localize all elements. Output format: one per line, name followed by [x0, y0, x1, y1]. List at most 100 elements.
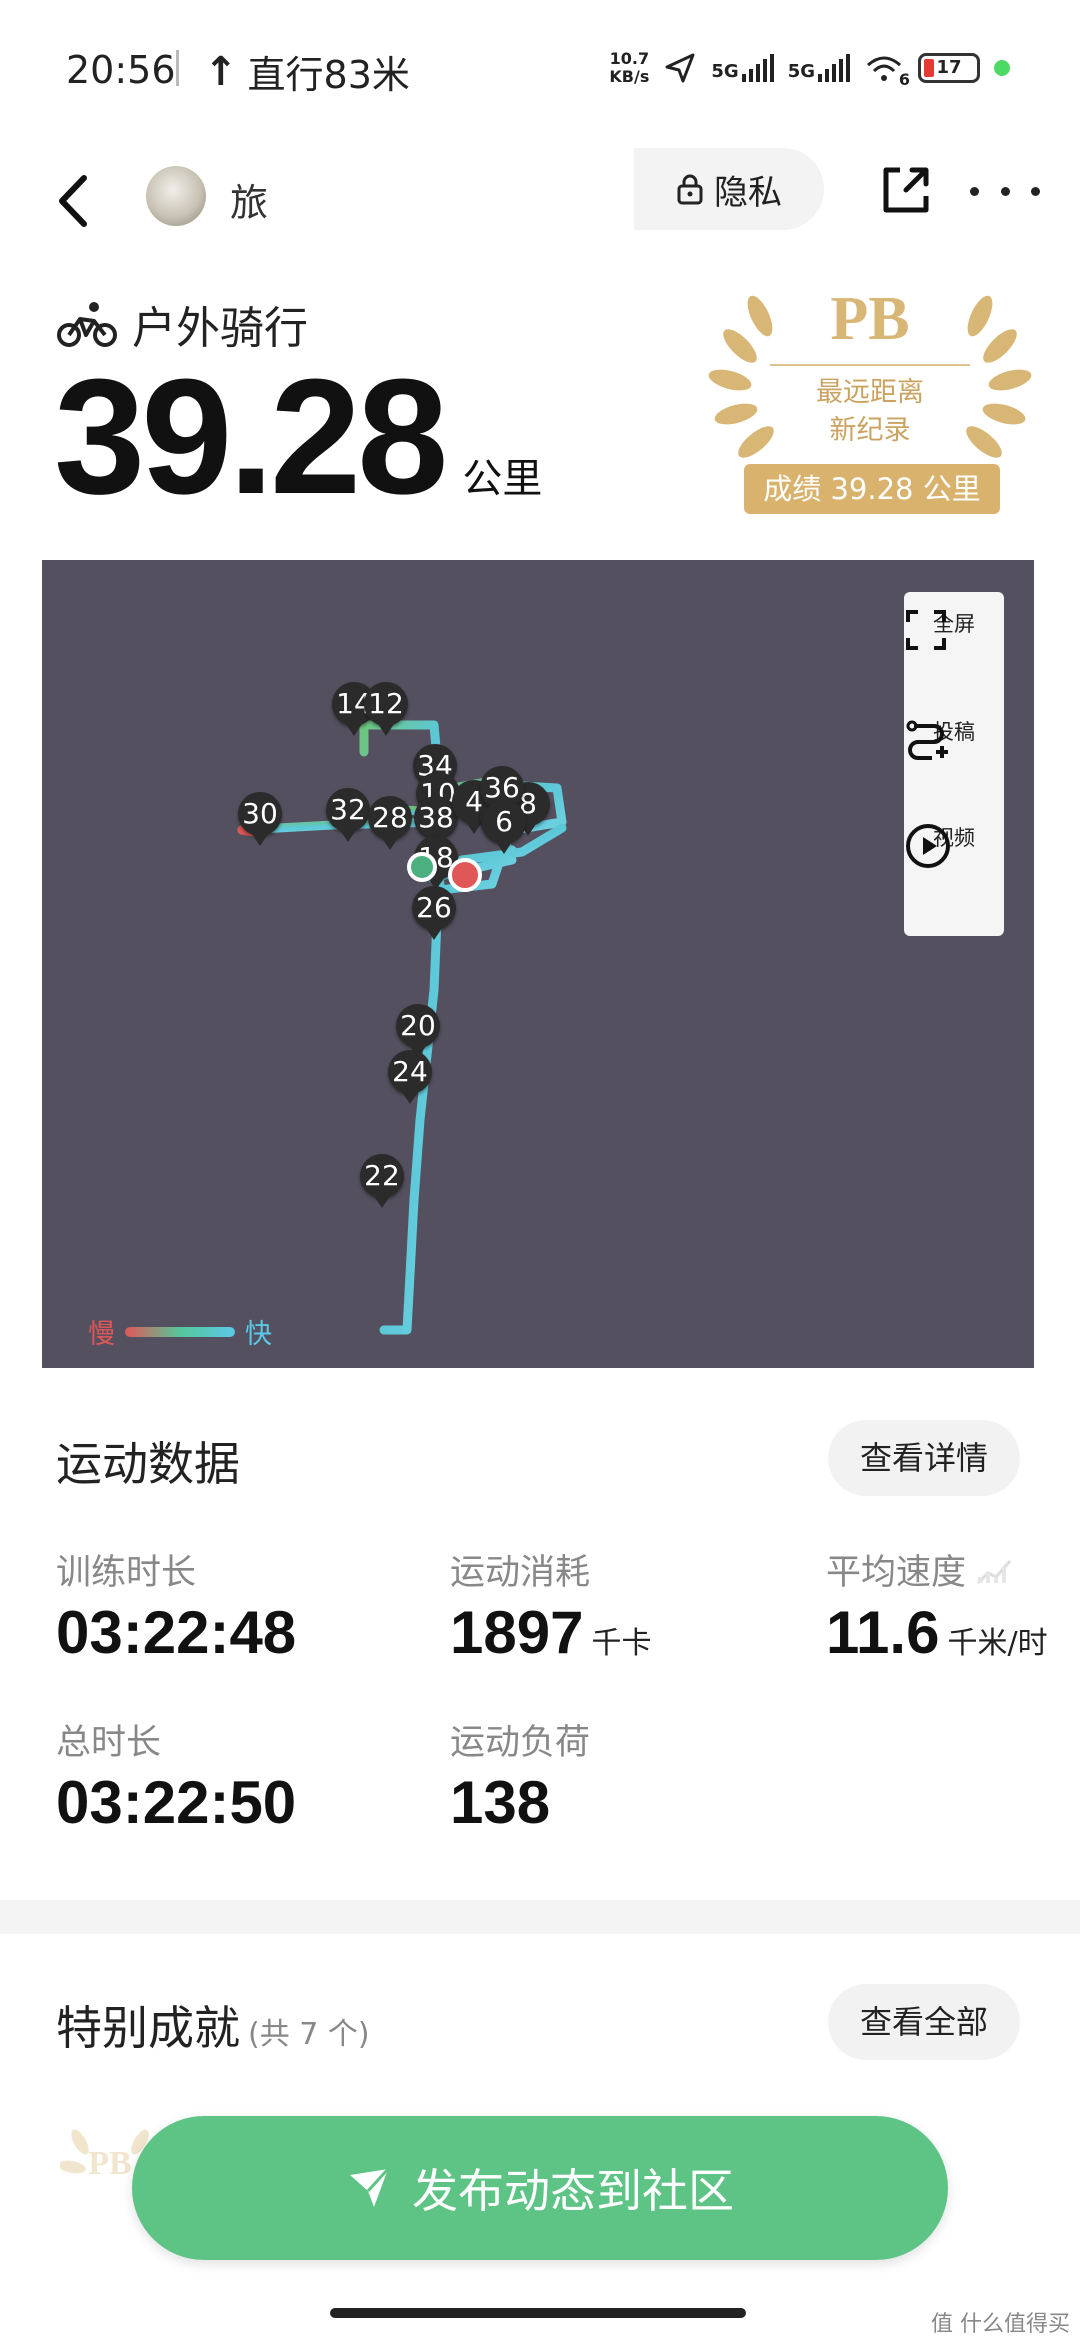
publish-label: 发布动态到社区 [412, 2164, 734, 2218]
view-details-button[interactable]: 查看详情 [828, 1420, 1021, 1496]
chevron-left-icon [59, 175, 87, 227]
sim1-label: 5G [711, 61, 739, 82]
share-button[interactable] [876, 160, 936, 220]
stat-label: 训练时长 [56, 1553, 197, 1593]
pb-title: PB [830, 285, 910, 353]
km-marker[interactable]: 12 [364, 682, 408, 736]
km-marker[interactable]: 22 [360, 1154, 404, 1208]
achievements-title: 特别成就 (共 7 个) [56, 1992, 370, 2058]
view-all-button[interactable]: 查看全部 [828, 1984, 1021, 2060]
km-marker[interactable]: 20 [396, 1004, 440, 1058]
distance-display: 39.28 公里 [54, 345, 543, 528]
signal-bars-icon [741, 54, 774, 82]
bicycle-icon [57, 302, 117, 347]
navigation-hint: ↑ 直行83米 [204, 44, 410, 99]
status-divider [176, 50, 179, 86]
pb-badge[interactable]: PB 最远距离 新纪录 成绩 39.28 公里 [700, 276, 1040, 520]
user-avatar[interactable] [146, 166, 206, 226]
stat-value: 11.6 [826, 1599, 940, 1666]
stat-value: 138 [450, 1769, 551, 1836]
wifi-label: 6 [898, 70, 910, 89]
sport-data-title: 运动数据 [56, 1437, 240, 1491]
stat-value: 03:22:50 [56, 1769, 297, 1836]
sim2-label: 5G [787, 61, 815, 82]
wifi-icon: 6 [864, 53, 910, 89]
home-indicator[interactable] [330, 2308, 746, 2318]
signal-sim1: 5G [711, 54, 774, 82]
fullscreen-icon [906, 610, 946, 650]
more-options-icon[interactable] [970, 176, 1040, 206]
battery-icon: 17 [918, 53, 980, 83]
stat-training-load: 138 [450, 1768, 550, 1837]
route-map[interactable]: 14 12 34 30 32 28 10 38 4 2 8 36 6 18 26… [42, 560, 1034, 1368]
back-button[interactable] [46, 166, 106, 236]
achievements-title-text: 特别成就 [56, 2001, 240, 2055]
route-share-icon [906, 720, 948, 760]
stat-value: 1897 [450, 1599, 584, 1666]
svg-text:PB: PB [88, 2145, 131, 2182]
status-icons: 10.7 KB/s 5G 5G 6 17 [609, 50, 1010, 89]
battery-level: 17 [936, 57, 962, 78]
stat-label-text: 平均速度 [826, 1553, 967, 1593]
pb-line1: 最远距离 [816, 377, 924, 408]
km-marker[interactable]: 24 [388, 1050, 432, 1104]
stat-training-duration: 03:22:48 [56, 1598, 296, 1667]
arrow-up-icon: ↑ [204, 48, 238, 95]
trend-chart-icon [976, 1559, 1012, 1584]
section-divider [0, 1900, 1080, 1934]
status-time: 20:56 [66, 48, 176, 92]
net-speed: 10.7 KB/s [609, 50, 649, 86]
play-icon [906, 824, 950, 868]
distance-unit: 公里 [462, 456, 543, 502]
stat-label: 运动负荷 [450, 1723, 591, 1763]
end-point-marker [448, 858, 482, 892]
stat-label: 运动消耗 [450, 1553, 591, 1593]
stat-calories: 1897 千卡 [450, 1598, 651, 1667]
achievements-count: (共 7 个) [248, 2017, 370, 2052]
legend-gradient [125, 1326, 235, 1337]
route-track [237, 720, 567, 1335]
pb-description: 最远距离 新纪录 [700, 374, 1040, 450]
submit-route-button[interactable]: 投稿 [904, 716, 1004, 760]
watermark: 值 什么值得买 [931, 2312, 1070, 2337]
stat-label: 总时长 [56, 1723, 162, 1763]
start-point-marker [407, 852, 437, 882]
pb-score: 成绩 39.28 公里 [744, 464, 1000, 514]
publish-to-community-button[interactable]: 发布动态到社区 [132, 2116, 948, 2260]
stat-value: 03:22:48 [56, 1599, 297, 1666]
video-button[interactable]: 视频 [904, 822, 1004, 868]
share-external-icon [883, 167, 929, 213]
privacy-button[interactable]: 隐私 [634, 148, 824, 230]
net-speed-value: 10.7 [609, 49, 650, 68]
pb-line2: 新纪录 [829, 415, 911, 446]
net-speed-unit: KB/s [609, 67, 650, 86]
lock-icon [677, 174, 703, 205]
km-marker[interactable]: 26 [412, 886, 456, 940]
stat-unit: 千卡 [591, 1626, 652, 1661]
distance-value: 39.28 [54, 345, 448, 528]
location-arrow-icon [665, 53, 695, 83]
km-marker[interactable]: 28 [368, 796, 412, 850]
privacy-label: 隐私 [714, 172, 782, 213]
status-bar: 20:56 ↑ 直行83米 10.7 KB/s 5G 5G 6 17 [0, 0, 1080, 140]
user-name[interactable]: 旅 [230, 172, 268, 227]
km-marker[interactable]: 6 [482, 800, 526, 854]
fullscreen-button[interactable]: 全屏 [904, 608, 1004, 650]
km-marker[interactable]: 30 [238, 792, 282, 846]
stat-avg-speed: 11.6 千米/时 [826, 1598, 1048, 1667]
signal-sim2: 5G [788, 54, 850, 82]
km-marker[interactable]: 32 [326, 788, 370, 842]
pb-divider [770, 364, 970, 366]
privacy-indicator-dot [994, 60, 1010, 76]
map-toolbar: 全屏 投稿 视频 [904, 592, 1004, 936]
speed-legend: 慢 快 [88, 1312, 272, 1351]
legend-fast: 快 [245, 1319, 272, 1350]
navigation-text: 直行83米 [247, 53, 410, 97]
stat-label: 平均速度 [826, 1544, 1012, 1595]
send-icon [350, 2167, 390, 2207]
top-app-bar: 旅 隐私 [0, 140, 1080, 260]
signal-bars-icon [818, 54, 850, 82]
stat-total-duration: 03:22:50 [56, 1768, 296, 1837]
legend-slow: 慢 [88, 1319, 115, 1350]
stat-unit: 千米/时 [947, 1626, 1048, 1661]
